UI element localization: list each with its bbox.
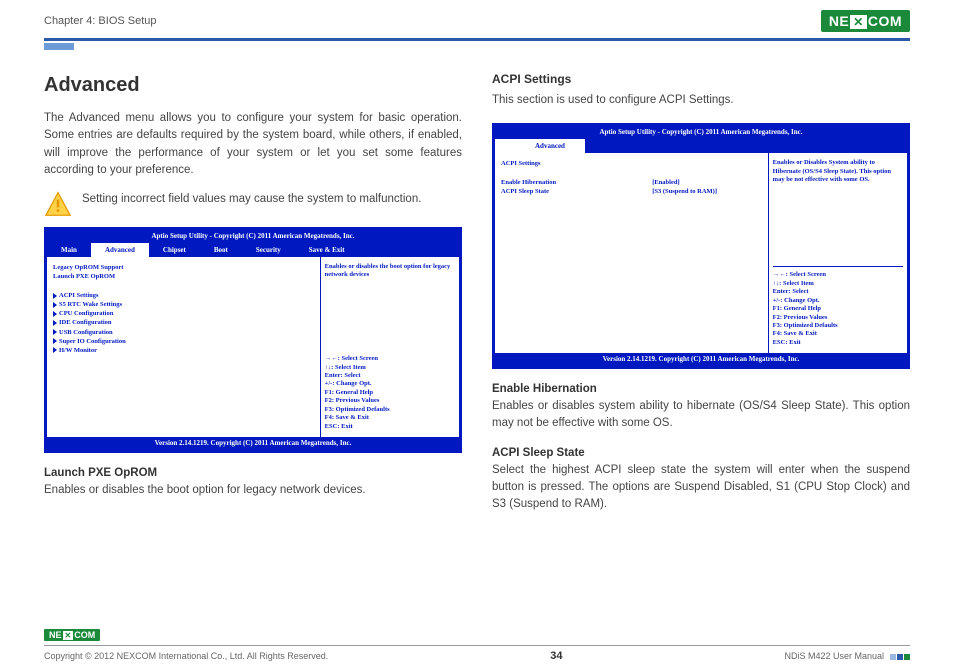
page-title: Advanced (44, 70, 462, 100)
bios2-footer: Version 2.14.1219. Copyright (C) 2011 Am… (495, 353, 907, 366)
header-rule (44, 38, 910, 41)
footer-logo: NE✕COM (44, 629, 100, 641)
bios2-tab-advanced: Advanced (495, 139, 585, 154)
list-item: H/W Monitor (53, 346, 314, 355)
acpi-intro: This section is used to configure ACPI S… (492, 92, 910, 109)
triangle-icon (53, 338, 57, 344)
left-column: Advanced The Advanced menu allows you to… (44, 70, 462, 514)
bios2-title: Aptio Setup Utility - Copyright (C) 2011… (495, 126, 907, 139)
bios2-body: ACPI Settings Enable Hibernation[Enabled… (495, 153, 907, 353)
bios1-right-pane: Enables or disables the boot option for … (321, 257, 459, 437)
bios1-tab-security: Security (242, 243, 295, 258)
triangle-icon (53, 293, 57, 299)
copyright-text: Copyright © 2012 NEXCOM International Co… (44, 651, 328, 661)
manual-name: NDiS M422 User Manual (784, 651, 910, 661)
list-item: USB Configuration (53, 328, 314, 337)
bios1-help: Enables or disables the boot option for … (325, 263, 455, 280)
triangle-icon (53, 329, 57, 335)
field1-name: Launch PXE OpROM (44, 465, 462, 482)
page-footer: NE✕COM Copyright © 2012 NEXCOM Internati… (44, 625, 910, 662)
footer-row: Copyright © 2012 NEXCOM International Co… (44, 650, 910, 662)
bios1-tab-main: Main (47, 243, 91, 258)
field2-name: Enable Hibernation (492, 381, 910, 398)
warning-box: Setting incorrect field values may cause… (44, 191, 462, 217)
brand-logo: NE✕COM (821, 10, 910, 32)
header-accent (44, 43, 74, 50)
footer-rule (44, 645, 910, 646)
bios1-tabs: Main Advanced Chipset Boot Security Save… (47, 243, 459, 258)
warning-text: Setting incorrect field values may cause… (82, 191, 421, 208)
bios2-help: Enables or Disables System ability to Hi… (773, 159, 903, 184)
bios1-tab-save: Save & Exit (295, 243, 359, 258)
triangle-icon (53, 320, 57, 326)
list-item: CPU Configuration (53, 309, 314, 318)
bios2-tabs: Advanced (495, 139, 907, 154)
chapter-label: Chapter 4: BIOS Setup (44, 15, 157, 27)
list-item: ACPI Settings (53, 291, 314, 300)
logo-x-icon: ✕ (850, 15, 867, 29)
bios1-left-pane: Legacy OpROM Support Launch PXE OpROM AC… (47, 257, 321, 437)
list-item: IDE Configuration (53, 318, 314, 327)
triangle-icon (53, 302, 57, 308)
field3-name: ACPI Sleep State (492, 445, 910, 462)
page-header: Chapter 4: BIOS Setup NE✕COM (0, 0, 954, 38)
logo-x-icon: ✕ (63, 631, 74, 640)
footer-deco-icon (890, 654, 910, 660)
bios2-row-1: Enable Hibernation[Enabled] (501, 178, 762, 187)
page-number: 34 (550, 650, 562, 662)
field3-desc: Select the highest ACPI sleep state the … (492, 462, 910, 514)
bios1-body: Legacy OpROM Support Launch PXE OpROM AC… (47, 257, 459, 437)
bios1-tab-chipset: Chipset (149, 243, 200, 258)
bios2-left-pane: ACPI Settings Enable Hibernation[Enabled… (495, 153, 769, 353)
bios2-right-pane: Enables or Disables System ability to Hi… (769, 153, 907, 353)
triangle-icon (53, 311, 57, 317)
bios1-title: Aptio Setup Utility - Copyright (C) 2011… (47, 230, 459, 243)
right-column: ACPI Settings This section is used to co… (492, 70, 910, 514)
warning-icon (44, 191, 72, 217)
bios1-footer: Version 2.14.1219. Copyright (C) 2011 Am… (47, 437, 459, 450)
bios2-row-2: ACPI Sleep State[S3 (Suspend to RAM)] (501, 187, 762, 196)
content-area: Advanced The Advanced menu allows you to… (0, 50, 954, 514)
bios1-keys: →←: Select Screen ↑↓: Select Item Enter:… (325, 355, 455, 431)
bios1-tab-boot: Boot (200, 243, 242, 258)
bios1-tab-advanced: Advanced (91, 243, 149, 258)
acpi-heading: ACPI Settings (492, 70, 910, 88)
list-item: S5 RTC Wake Settings (53, 300, 314, 309)
field1-desc: Enables or disables the boot option for … (44, 482, 462, 499)
intro-text: The Advanced menu allows you to configur… (44, 110, 462, 179)
bios-screenshot-2: Aptio Setup Utility - Copyright (C) 2011… (492, 123, 910, 369)
bios-screenshot-1: Aptio Setup Utility - Copyright (C) 2011… (44, 227, 462, 453)
field2-desc: Enables or disables system ability to hi… (492, 398, 910, 433)
list-item: Super IO Configuration (53, 337, 314, 346)
triangle-icon (53, 347, 57, 353)
bios2-keys: →←: Select Screen ↑↓: Select Item Enter:… (773, 266, 903, 347)
